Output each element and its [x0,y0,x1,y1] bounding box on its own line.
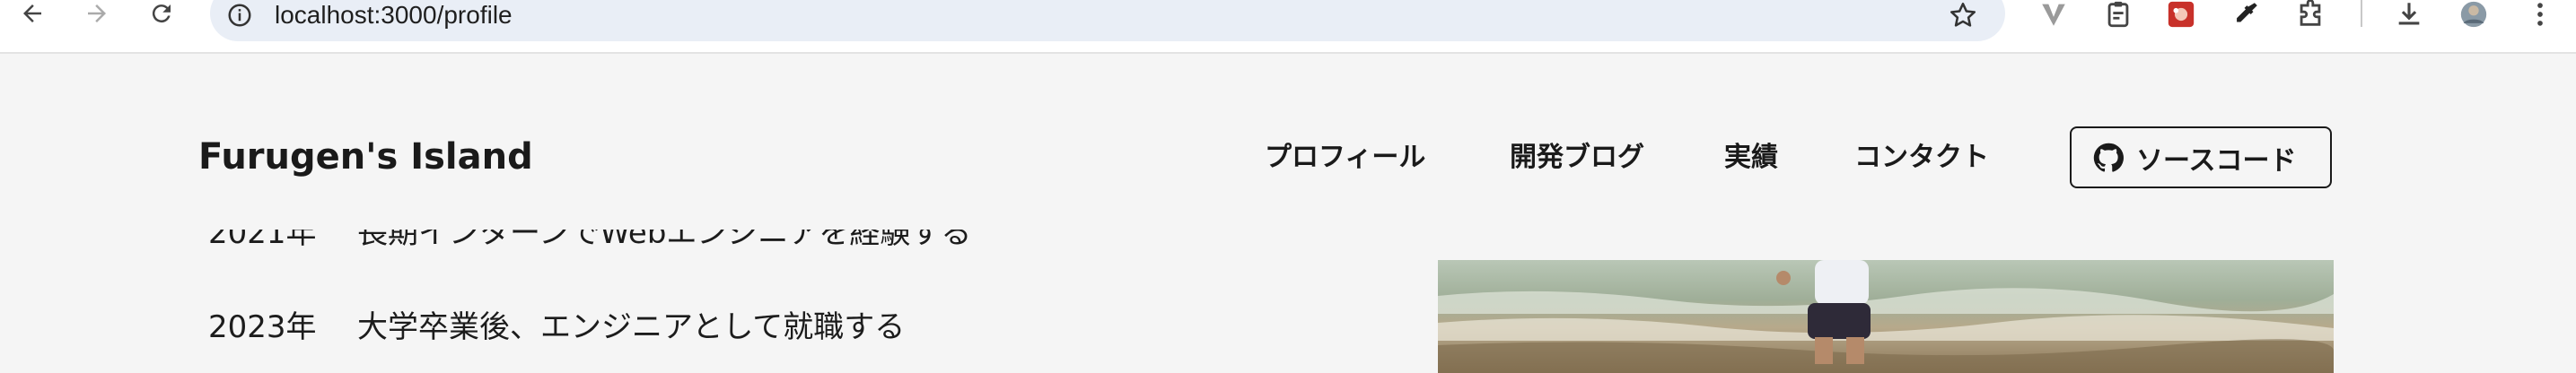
history-year: 2023年 [208,309,317,345]
menu-kebab-icon[interactable] [2522,0,2558,30]
nav-contact-link[interactable]: コンタクト [1854,134,1989,181]
profile-avatar[interactable] [2456,0,2492,30]
reload-icon[interactable] [142,0,181,27]
source-code-button[interactable]: ソースコード [2070,126,2332,188]
download-icon[interactable] [2391,0,2427,30]
nav-profile-link[interactable]: プロフィール [1265,134,1425,181]
extension-eyedropper-icon[interactable] [2228,0,2264,30]
toolbar-divider [2361,0,2362,27]
nav-works-link[interactable]: 実績 [1724,134,1778,181]
extensions-puzzle-icon[interactable] [2292,0,2328,30]
address-bar[interactable]: localhost:3000/profile [210,0,2005,41]
extension-clipboard-icon[interactable] [2100,0,2136,30]
profile-photo [1438,260,2334,373]
browser-toolbar: localhost:3000/profile [0,0,2576,54]
history-item: 2021年 長期インターンでWebエンジニアを経験する [208,230,971,280]
nav-dev-blog-link[interactable]: 開発ブログ [1510,134,1644,181]
history-year: 2021年 [208,230,317,251]
bookmark-star-icon[interactable] [1948,0,1978,30]
forward-icon[interactable] [77,0,117,27]
extension-v-icon[interactable] [2036,0,2072,30]
source-code-label: ソースコード [2136,144,2297,177]
history-text: 大学卒業後、エンジニアとして就職する [357,309,906,345]
back-icon[interactable] [13,0,52,27]
history-item: 2023年 大学卒業後、エンジニアとして就職する [208,307,905,348]
github-icon [2093,143,2124,172]
extension-red-icon[interactable] [2163,0,2199,30]
site-title[interactable]: Furugen's Island [198,132,533,182]
url-text[interactable]: localhost:3000/profile [275,0,513,30]
history-text: 長期インターンでWebエンジニアを経験する [357,230,972,251]
site-info-icon[interactable] [224,0,255,30]
